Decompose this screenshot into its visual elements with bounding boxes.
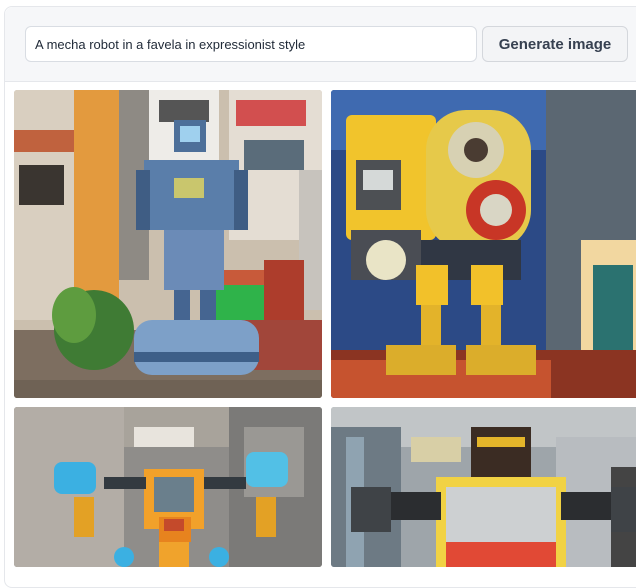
generated-image-4[interactable] bbox=[331, 407, 636, 567]
prompt-text: A mecha robot in a favela in expressioni… bbox=[35, 36, 306, 52]
generated-image-3[interactable] bbox=[14, 407, 322, 567]
generated-image-1[interactable] bbox=[14, 90, 322, 398]
prompt-input[interactable]: A mecha robot in a favela in expressioni… bbox=[25, 26, 477, 62]
generated-image-2[interactable] bbox=[331, 90, 636, 398]
generate-image-button[interactable]: Generate image bbox=[482, 26, 628, 62]
